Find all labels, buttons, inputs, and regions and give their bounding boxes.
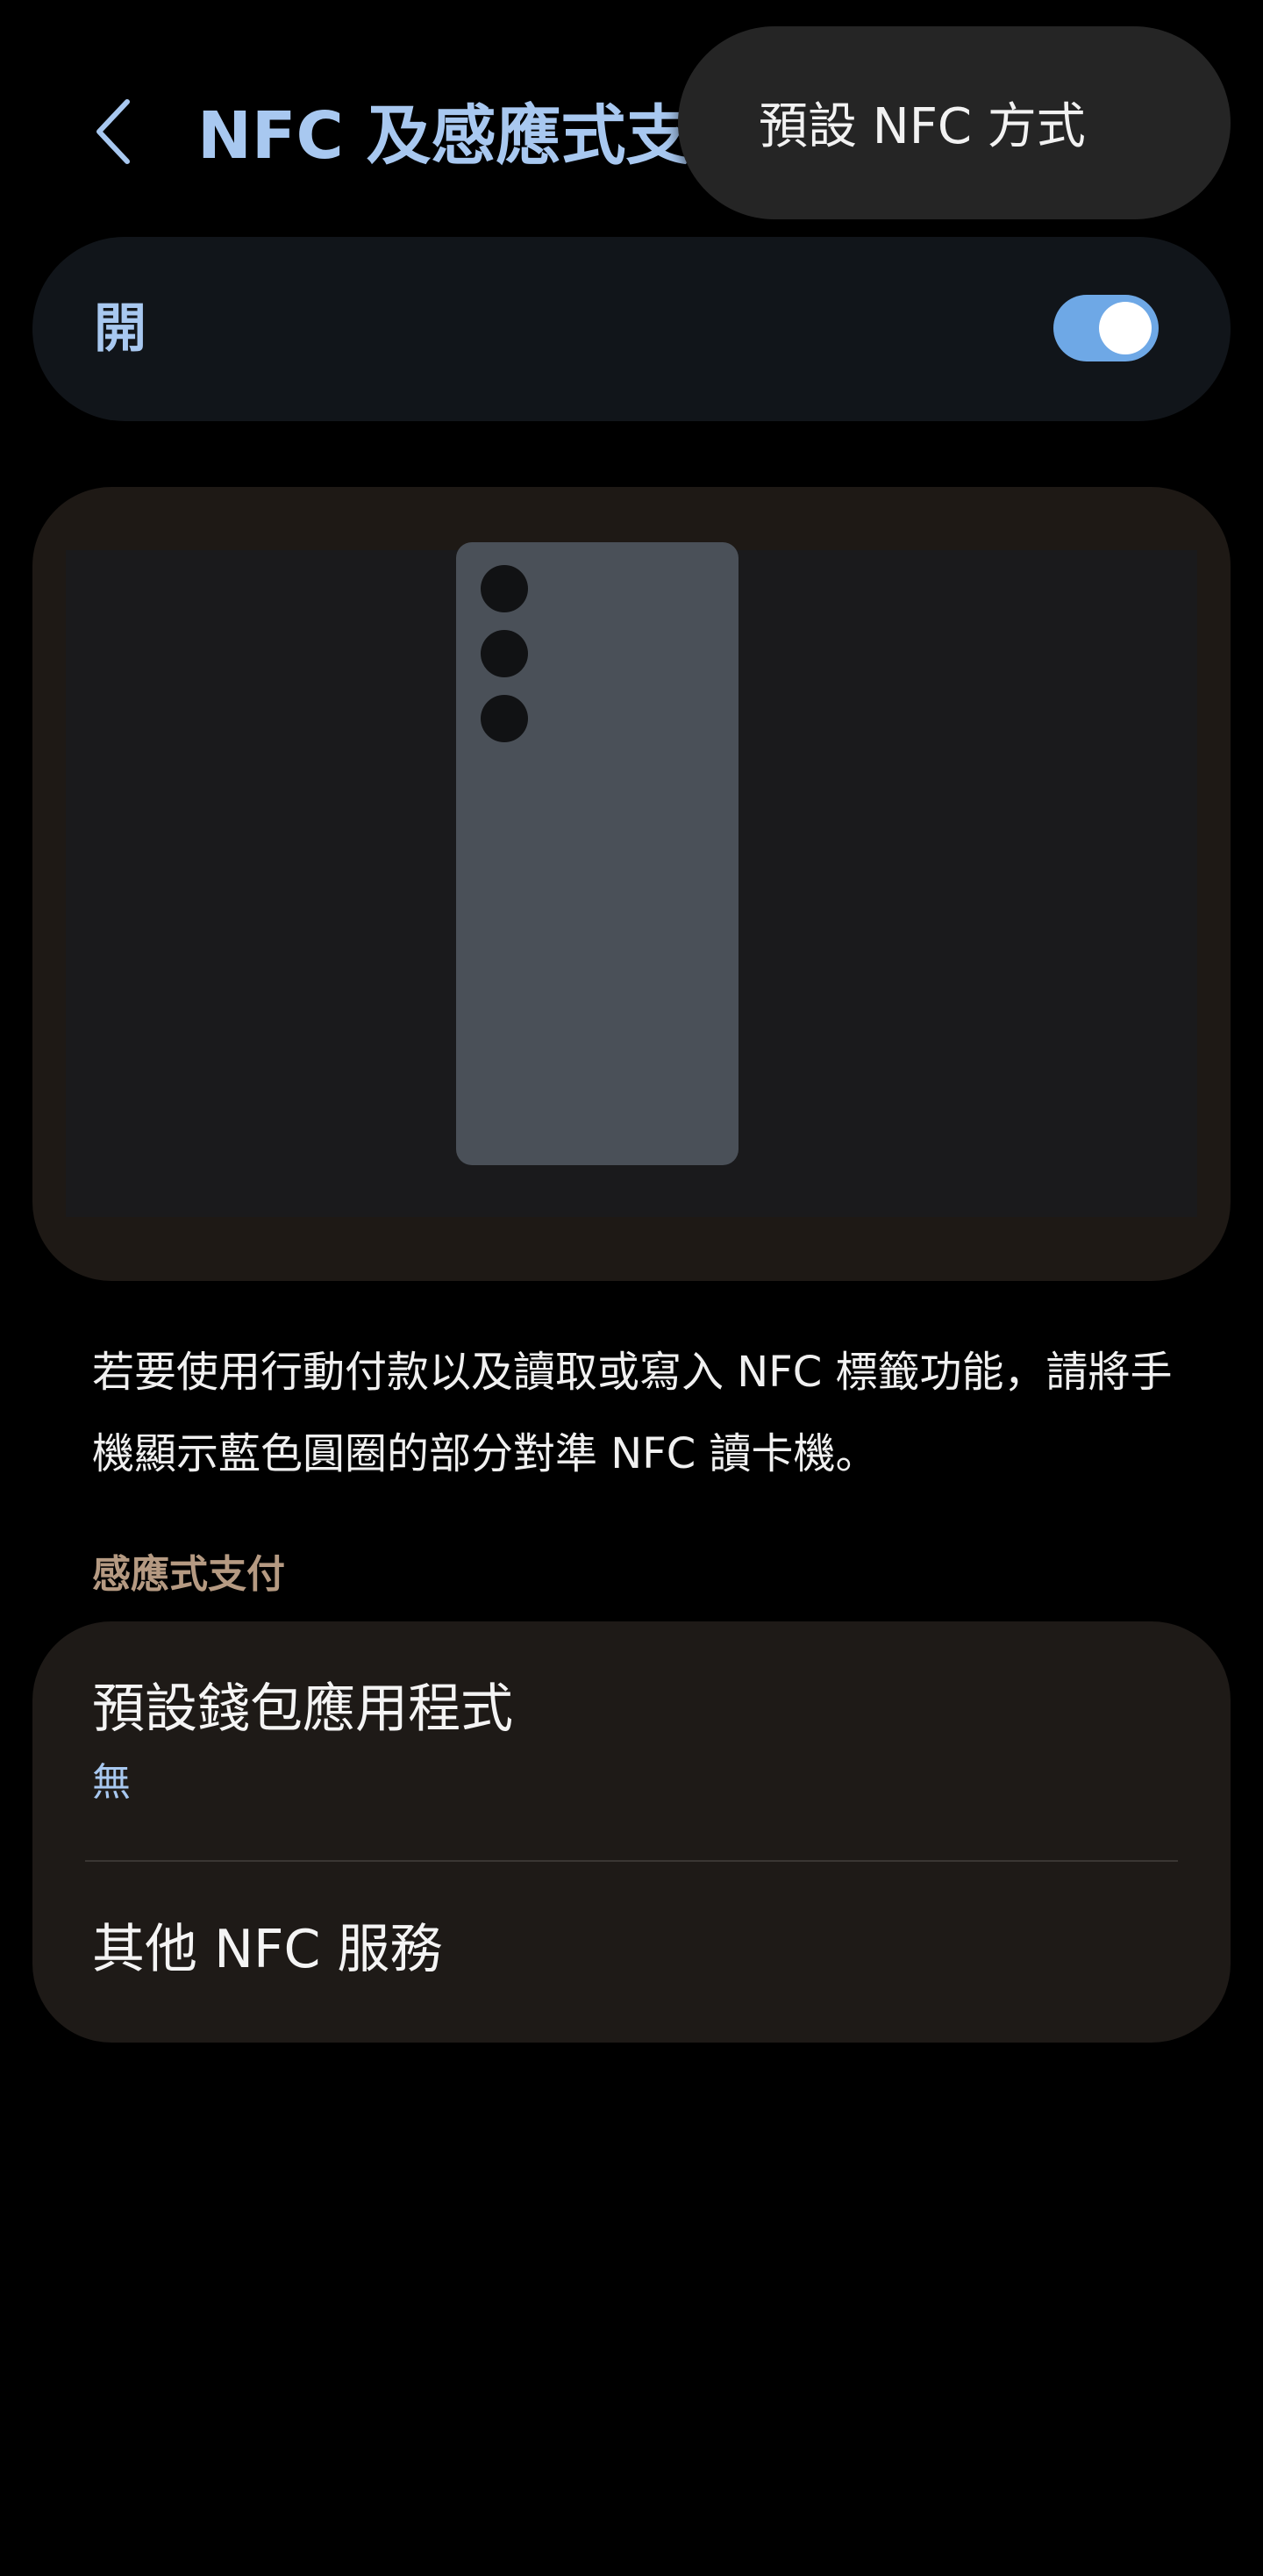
nfc-toggle-switch[interactable] — [1053, 295, 1159, 361]
phone-illustration-icon — [456, 542, 739, 1165]
list-item-title: 其他 NFC 服務 — [92, 1919, 443, 1980]
nfc-description: 若要使用行動付款以及讀取或寫入 NFC 標籤功能，請將手機顯示藍色圓圈的部分對準… — [92, 1348, 1173, 1478]
switch-knob — [1099, 302, 1152, 354]
back-button[interactable] — [79, 83, 149, 180]
camera-lens-icon — [481, 695, 528, 742]
menu-item-default-nfc-method[interactable]: 預設 NFC 方式 — [759, 26, 1086, 228]
camera-lens-icon — [481, 565, 528, 612]
back-arrow-icon — [96, 99, 130, 164]
list-item-default-wallet[interactable]: 預設錢包應用程式 無 — [32, 1621, 1231, 1860]
nfc-master-switch-row[interactable]: 開 — [32, 237, 1231, 421]
camera-lens-icon — [481, 630, 528, 677]
page-title: NFC 及感應式支 — [197, 98, 689, 174]
list-item-subtitle: 無 — [92, 1760, 131, 1805]
payment-settings-list: 預設錢包應用程式 無 其他 NFC 服務 — [32, 1621, 1231, 2043]
switch-label: 開 — [94, 298, 146, 360]
list-item-title: 預設錢包應用程式 — [92, 1678, 513, 1740]
popup-menu: 預設 NFC 方式 — [678, 26, 1231, 219]
list-item-other-nfc-services[interactable]: 其他 NFC 服務 — [32, 1862, 1231, 2043]
section-header-contactless-payment: 感應式支付 — [92, 1552, 285, 1597]
